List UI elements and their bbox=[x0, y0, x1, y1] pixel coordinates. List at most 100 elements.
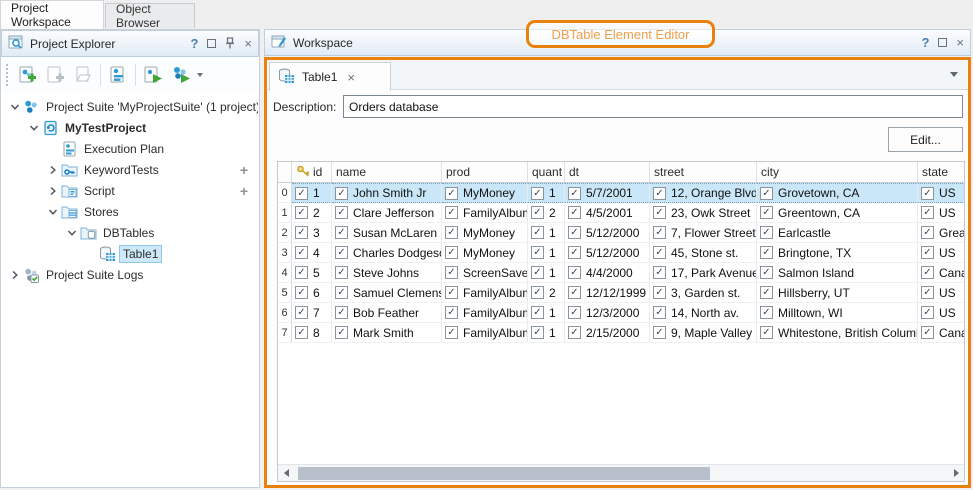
table-cell-quant[interactable]: ✓1 bbox=[528, 243, 565, 263]
column-header-street[interactable]: street bbox=[650, 162, 757, 182]
checkbox-checked[interactable]: ✓ bbox=[653, 266, 666, 279]
tree-item-mytestproject[interactable]: MyTestProject bbox=[2, 117, 258, 138]
maximize-icon[interactable] bbox=[938, 38, 947, 47]
table-cell-quant[interactable]: ✓1 bbox=[528, 303, 565, 323]
add-item-icon[interactable]: + bbox=[240, 183, 248, 199]
column-header-id[interactable]: id bbox=[292, 162, 332, 182]
scrollbar-thumb[interactable] bbox=[298, 467, 710, 480]
table-cell-quant[interactable]: ✓2 bbox=[528, 203, 565, 223]
checkbox-checked[interactable]: ✓ bbox=[653, 187, 666, 200]
tree-item-table1[interactable]: Table1 bbox=[2, 243, 258, 264]
edit-button[interactable]: Edit... bbox=[888, 127, 963, 152]
checkbox-checked[interactable]: ✓ bbox=[445, 286, 458, 299]
checkbox-checked[interactable]: ✓ bbox=[531, 326, 544, 339]
column-header-quant[interactable]: quant bbox=[528, 162, 565, 182]
close-icon[interactable]: × bbox=[956, 36, 964, 49]
toolbar-grip[interactable] bbox=[6, 64, 9, 86]
table-cell-state[interactable]: ✓Canada bbox=[918, 263, 965, 283]
column-header-state[interactable]: state bbox=[918, 162, 965, 182]
checkbox-checked[interactable]: ✓ bbox=[295, 206, 308, 219]
table-cell-street[interactable]: ✓45, Stone st. bbox=[650, 243, 757, 263]
tab-table1[interactable]: Table1 × bbox=[269, 62, 391, 91]
close-icon[interactable]: × bbox=[244, 37, 252, 50]
checkbox-checked[interactable]: ✓ bbox=[760, 306, 773, 319]
table-cell-prod[interactable]: ✓ScreenSaver bbox=[442, 263, 528, 283]
checkbox-checked[interactable]: ✓ bbox=[295, 187, 308, 200]
table-cell-id[interactable]: ✓7 bbox=[292, 303, 332, 323]
table-row[interactable]: 1✓2✓Clare Jefferson✓FamilyAlbum✓2✓4/5/20… bbox=[278, 203, 965, 223]
checkbox-checked[interactable]: ✓ bbox=[335, 206, 348, 219]
chevron-down-icon[interactable] bbox=[65, 226, 79, 240]
table-cell-street[interactable]: ✓12, Orange Blvd bbox=[650, 183, 757, 203]
tab-project-workspace[interactable]: Project Workspace bbox=[0, 0, 104, 29]
checkbox-checked[interactable]: ✓ bbox=[653, 306, 666, 319]
table-cell-prod[interactable]: ✓FamilyAlbum bbox=[442, 323, 528, 343]
table-cell-street[interactable]: ✓3, Garden st. bbox=[650, 283, 757, 303]
pin-icon[interactable] bbox=[225, 37, 235, 51]
checkbox-checked[interactable]: ✓ bbox=[760, 286, 773, 299]
checkbox-checked[interactable]: ✓ bbox=[295, 286, 308, 299]
table-cell-dt[interactable]: ✓5/12/2000 bbox=[565, 243, 650, 263]
table-cell-street[interactable]: ✓17, Park Avenue bbox=[650, 263, 757, 283]
table-cell-city[interactable]: ✓Bringtone, TX bbox=[757, 243, 918, 263]
checkbox-checked[interactable]: ✓ bbox=[760, 326, 773, 339]
table-cell-street[interactable]: ✓23, Owk Street bbox=[650, 203, 757, 223]
scroll-left-icon[interactable] bbox=[278, 465, 294, 481]
maximize-icon[interactable] bbox=[207, 39, 216, 48]
checkbox-checked[interactable]: ✓ bbox=[531, 187, 544, 200]
table-row[interactable]: 6✓7✓Bob Feather✓FamilyAlbum✓1✓12/3/2000✓… bbox=[278, 303, 965, 323]
run-project-button[interactable] bbox=[139, 61, 167, 89]
table-cell-name[interactable]: ✓Bob Feather bbox=[332, 303, 442, 323]
chevron-down-icon[interactable] bbox=[27, 121, 41, 135]
execution-plan-button[interactable] bbox=[104, 61, 132, 89]
table-cell-dt[interactable]: ✓4/4/2000 bbox=[565, 263, 650, 283]
table-cell-city[interactable]: ✓Salmon Island bbox=[757, 263, 918, 283]
checkbox-checked[interactable]: ✓ bbox=[921, 187, 934, 200]
checkbox-checked[interactable]: ✓ bbox=[295, 246, 308, 259]
table-row[interactable]: 5✓6✓Samuel Clemens✓FamilyAlbum✓2✓12/12/1… bbox=[278, 283, 965, 303]
table-cell-prod[interactable]: ✓MyMoney bbox=[442, 183, 528, 203]
table-cell-name[interactable]: ✓Steve Johns bbox=[332, 263, 442, 283]
toolbar-dropdown-icon[interactable] bbox=[197, 73, 203, 77]
table-cell-state[interactable]: ✓Great Britain bbox=[918, 223, 965, 243]
tree-item-keywordtests[interactable]: KeywordTests+ bbox=[2, 159, 258, 180]
table-cell-quant[interactable]: ✓1 bbox=[528, 223, 565, 243]
help-icon[interactable]: ? bbox=[190, 37, 198, 50]
run-project-suite-button[interactable] bbox=[167, 61, 195, 89]
column-header-city[interactable]: city bbox=[757, 162, 918, 182]
table-cell-id[interactable]: ✓3 bbox=[292, 223, 332, 243]
column-header-prod[interactable]: prod bbox=[442, 162, 528, 182]
checkbox-checked[interactable]: ✓ bbox=[568, 286, 581, 299]
table-cell-state[interactable]: ✓US bbox=[918, 243, 965, 263]
table-cell-state[interactable]: ✓US bbox=[918, 303, 965, 323]
description-input[interactable] bbox=[343, 95, 963, 118]
checkbox-checked[interactable]: ✓ bbox=[760, 206, 773, 219]
checkbox-checked[interactable]: ✓ bbox=[568, 206, 581, 219]
checkbox-checked[interactable]: ✓ bbox=[445, 226, 458, 239]
checkbox-checked[interactable]: ✓ bbox=[921, 246, 934, 259]
tree-item-project-suite-logs[interactable]: Project Suite Logs bbox=[2, 264, 258, 285]
checkbox-checked[interactable]: ✓ bbox=[531, 266, 544, 279]
tab-object-browser[interactable]: Object Browser bbox=[105, 3, 195, 28]
checkbox-checked[interactable]: ✓ bbox=[445, 326, 458, 339]
checkbox-checked[interactable]: ✓ bbox=[445, 206, 458, 219]
table-cell-name[interactable]: ✓Clare Jefferson bbox=[332, 203, 442, 223]
checkbox-checked[interactable]: ✓ bbox=[335, 286, 348, 299]
table-cell-city[interactable]: ✓Whitestone, British Columbia bbox=[757, 323, 918, 343]
table-cell-state[interactable]: ✓US bbox=[918, 203, 965, 223]
table-cell-name[interactable]: ✓Charles Dodgeson bbox=[332, 243, 442, 263]
table-cell-name[interactable]: ✓Mark Smith bbox=[332, 323, 442, 343]
table-cell-name[interactable]: ✓Susan McLaren bbox=[332, 223, 442, 243]
table-cell-id[interactable]: ✓6 bbox=[292, 283, 332, 303]
new-item-button[interactable] bbox=[41, 61, 69, 89]
checkbox-checked[interactable]: ✓ bbox=[760, 266, 773, 279]
table-cell-name[interactable]: ✓John Smith Jr bbox=[332, 183, 442, 203]
table-cell-quant[interactable]: ✓1 bbox=[528, 323, 565, 343]
checkbox-checked[interactable]: ✓ bbox=[568, 266, 581, 279]
table-row[interactable]: 0✓1✓John Smith Jr✓MyMoney✓1✓5/7/2001✓12,… bbox=[278, 183, 965, 203]
open-item-button[interactable] bbox=[69, 61, 97, 89]
checkbox-checked[interactable]: ✓ bbox=[445, 187, 458, 200]
checkbox-checked[interactable]: ✓ bbox=[335, 187, 348, 200]
chevron-down-icon[interactable] bbox=[8, 100, 22, 114]
help-icon[interactable]: ? bbox=[921, 36, 929, 49]
